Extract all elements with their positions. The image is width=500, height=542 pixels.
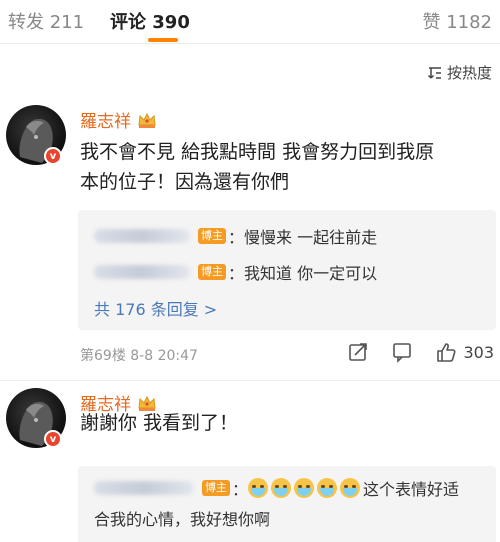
tab-repost[interactable]: 转发 211 [8,8,84,34]
crying-laugh-emoji-icon [248,478,269,498]
reply-text: ：慢慢来 一起往前走 [228,228,378,247]
comment-tabs: 转发 211 评论 390 赞 1182 [0,0,500,44]
comment-username[interactable]: 羅志祥 [80,107,157,132]
author-badge: 博主 [198,264,226,280]
reply-item: 博主 ：我知道 你一定可以 [94,260,377,284]
crying-laugh-emoji-icon [340,478,361,498]
blurred-username [94,265,190,279]
reply-preview-box[interactable]: 博主 ： 这个表情好适 合我的心情，我好想你啊 [78,466,496,542]
comment-icon[interactable] [391,341,413,363]
sort-icon [427,66,441,79]
crying-laugh-emoji-icon [271,478,292,498]
blurred-username [94,481,194,495]
author-badge: 博主 [198,228,226,244]
reply-text-continued: 合我的心情，我好想你啊 [94,510,271,529]
reply-text: 这个表情好适 [363,480,460,499]
thumbs-up-icon [437,343,456,362]
sort-label: 按热度 [446,64,492,82]
verified-badge: v [44,147,62,165]
crying-laugh-emoji-icon [294,478,315,498]
crying-laugh-emoji-icon [317,478,338,498]
view-all-replies-link[interactable]: 共 176 条回复 > [94,296,217,320]
share-icon[interactable] [347,341,369,363]
verified-badge: v [44,430,62,448]
comment-divider [0,380,500,381]
comment-text: 我不會不見 給我點時間 我會努力回到我原 本的位子！因為還有你們 [80,141,435,193]
reply-preview-box[interactable]: 博主 ：慢慢来 一起往前走 博主 ：我知道 你一定可以 共 176 条回复 > [78,210,496,330]
author-badge: 博主 [202,480,230,496]
crown-icon [138,112,156,128]
tab-likes[interactable]: 赞 1182 [422,8,492,34]
comment-actions: 303 [347,341,494,363]
tab-comments[interactable]: 评论 390 [110,8,190,34]
sort-by-hot-button[interactable]: 按热度 [427,62,492,83]
comment-meta: 第69楼 8-8 20:47 [80,348,198,364]
comment-text: 謝謝你 我看到了！ [80,412,239,434]
active-tab-indicator [148,38,178,42]
blurred-username [94,229,190,243]
reply-item: 博主 ： 这个表情好适 [94,476,459,500]
reply-item: 博主 ：慢慢来 一起往前走 [94,224,377,248]
reply-text: ：我知道 你一定可以 [228,264,378,283]
like-button[interactable]: 303 [435,341,494,363]
like-count: 303 [463,342,494,362]
